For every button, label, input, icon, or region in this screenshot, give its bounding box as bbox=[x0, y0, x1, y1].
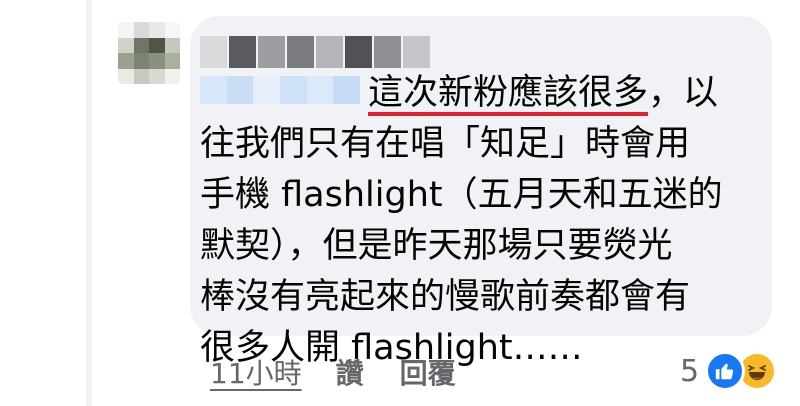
comment-line-1: 這次新粉應該很多，以 bbox=[368, 73, 719, 113]
avatar[interactable] bbox=[118, 22, 180, 84]
author-name-blurred[interactable] bbox=[200, 36, 430, 68]
comment-text: 這次新粉應該很多，以 往我們只有在唱「知足」時會用 手機 flashlight（… bbox=[200, 68, 760, 374]
reply-button[interactable]: 回覆 bbox=[400, 352, 456, 392]
thumbs-up-icon bbox=[705, 351, 746, 391]
reactions-summary[interactable]: 5 bbox=[680, 348, 778, 394]
comment-line-5: 棒沒有亮起來的慢歌前奏都會有 bbox=[200, 277, 691, 317]
like-button[interactable]: 讚 bbox=[336, 352, 364, 392]
comment-actions: 11小時 讚 回覆 bbox=[210, 352, 456, 392]
reaction-count: 5 bbox=[680, 353, 700, 389]
comment-line-4: 默契），但是昨天那場只要熒光 bbox=[200, 226, 673, 266]
comment-line-3: 手機 flashlight（五月天和五迷的 bbox=[200, 175, 723, 215]
timestamp-link[interactable]: 11小時 bbox=[210, 352, 302, 392]
comment-line-2: 往我們只有在唱「知足」時會用 bbox=[200, 124, 691, 164]
underlined-phrase: 這次新粉應該很多 bbox=[368, 73, 649, 113]
thread-connector-line bbox=[86, 0, 92, 406]
